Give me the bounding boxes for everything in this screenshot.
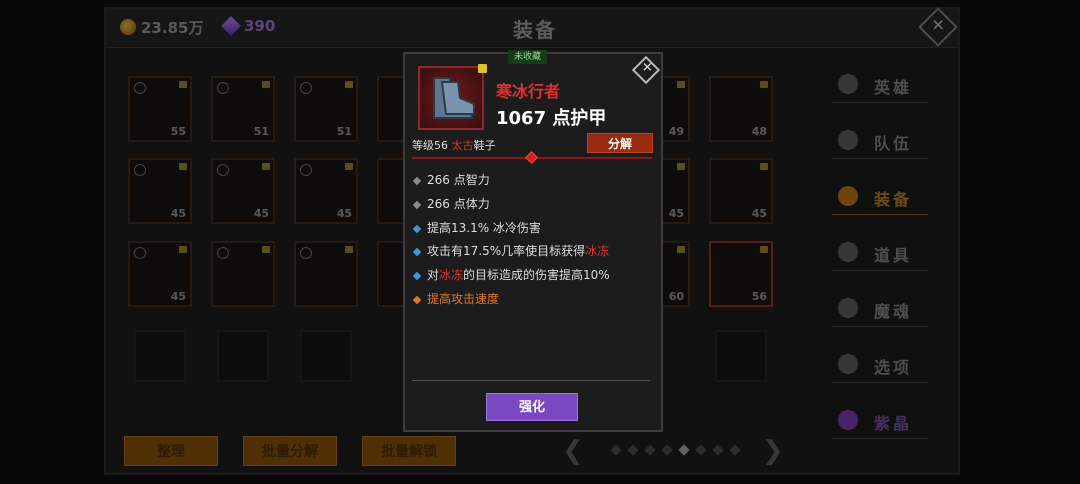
stat-line: 攻击有17.5%几率使目标获得冰冻 [412, 242, 610, 259]
stat-text: 对 [427, 268, 440, 282]
stat-text: 266 点体力 [427, 197, 490, 211]
stat-text: 266 点智力 [427, 173, 490, 187]
bullet-icon [412, 247, 422, 256]
disassemble-button[interactable]: 分解 [587, 133, 653, 153]
stat-text: 的目标造成的伤害提高10% [463, 268, 610, 282]
bullet-icon [412, 176, 422, 185]
bullet-icon [412, 224, 422, 233]
stat-text: 攻击有17.5%几率使目标获得 [427, 244, 586, 258]
bullet-icon [412, 271, 422, 280]
stat-highlight: 冰冻 [439, 268, 464, 282]
uncollected-badge: 未收藏 [508, 50, 548, 64]
enhance-button[interactable]: 强化 [486, 393, 578, 421]
stat-line: 266 点智力 [412, 171, 490, 188]
armor-value: 1067 点护甲 [496, 108, 607, 129]
level-text: 等级56 [412, 139, 452, 152]
stat-line: 提高攻击速度 [412, 290, 500, 307]
type-text: 鞋子 [473, 139, 496, 152]
quality-text: 太古 [451, 139, 474, 152]
stat-line: 提高13.1% 冰冷伤害 [412, 219, 541, 236]
item-level-type: 等级56 太古鞋子 [412, 137, 496, 153]
bullet-icon [412, 295, 422, 304]
stat-highlight: 冰冻 [585, 244, 610, 258]
stat-line: 对冰冻的目标造成的伤害提高10% [412, 266, 610, 283]
close-icon: ✕ [641, 60, 653, 76]
lock-icon[interactable] [478, 64, 487, 73]
boots-icon [433, 77, 475, 119]
stat-line: 266 点体力 [412, 195, 490, 212]
item-name: 寒冰行者 [496, 82, 561, 101]
stat-text: 提高13.1% 冰冷伤害 [427, 221, 541, 235]
stat-text: 提高攻击速度 [427, 292, 500, 306]
item-icon-frame [418, 66, 484, 130]
bullet-icon [412, 200, 422, 209]
divider [412, 380, 650, 381]
